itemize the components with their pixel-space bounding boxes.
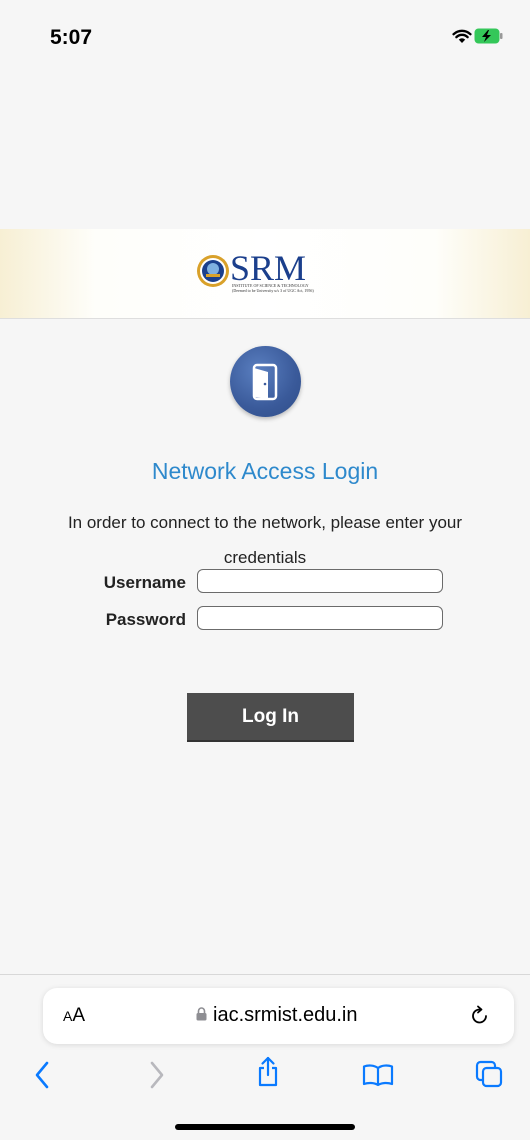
text-size-button[interactable]: AA [63, 1005, 85, 1027]
text-size-big-label: A [72, 1005, 86, 1026]
back-icon[interactable] [33, 1060, 51, 1095]
status-bar: 5:07 [0, 0, 530, 80]
home-indicator[interactable] [175, 1124, 355, 1130]
wifi-icon [452, 28, 472, 49]
text-size-small-label: A [63, 1008, 73, 1024]
address-bar[interactable]: AA iac.srmist.edu.in [43, 988, 514, 1044]
tabs-icon[interactable] [475, 1060, 503, 1093]
login-instructions: In order to connect to the network, plea… [67, 513, 463, 567]
srm-logo-subtitle-2: (Deemed to be University u/s 3 of UGC Ac… [232, 288, 314, 293]
password-input[interactable] [197, 606, 443, 630]
reload-icon[interactable] [468, 1003, 492, 1032]
door-icon [230, 346, 301, 417]
password-label: Password [105, 610, 186, 629]
forward-icon[interactable] [148, 1060, 166, 1095]
login-title: Network Access Login [151, 458, 379, 484]
toolbar-divider [0, 974, 530, 975]
username-label: Username [103, 573, 186, 592]
share-icon[interactable] [256, 1056, 280, 1093]
login-button[interactable]: Log In [187, 693, 354, 742]
status-time: 5:07 [50, 26, 93, 49]
lock-icon [196, 1004, 207, 1027]
bookmarks-icon[interactable] [362, 1063, 394, 1092]
srm-emblem-icon [196, 254, 230, 293]
srm-banner: SRM INSTITUTE OF SCIENCE & TECHNOLOGY (D… [0, 229, 530, 319]
url-field[interactable]: iac.srmist.edu.in [196, 1004, 358, 1027]
username-input[interactable] [197, 569, 443, 593]
battery-charging-icon [474, 28, 504, 49]
url-text: iac.srmist.edu.in [213, 1004, 358, 1026]
